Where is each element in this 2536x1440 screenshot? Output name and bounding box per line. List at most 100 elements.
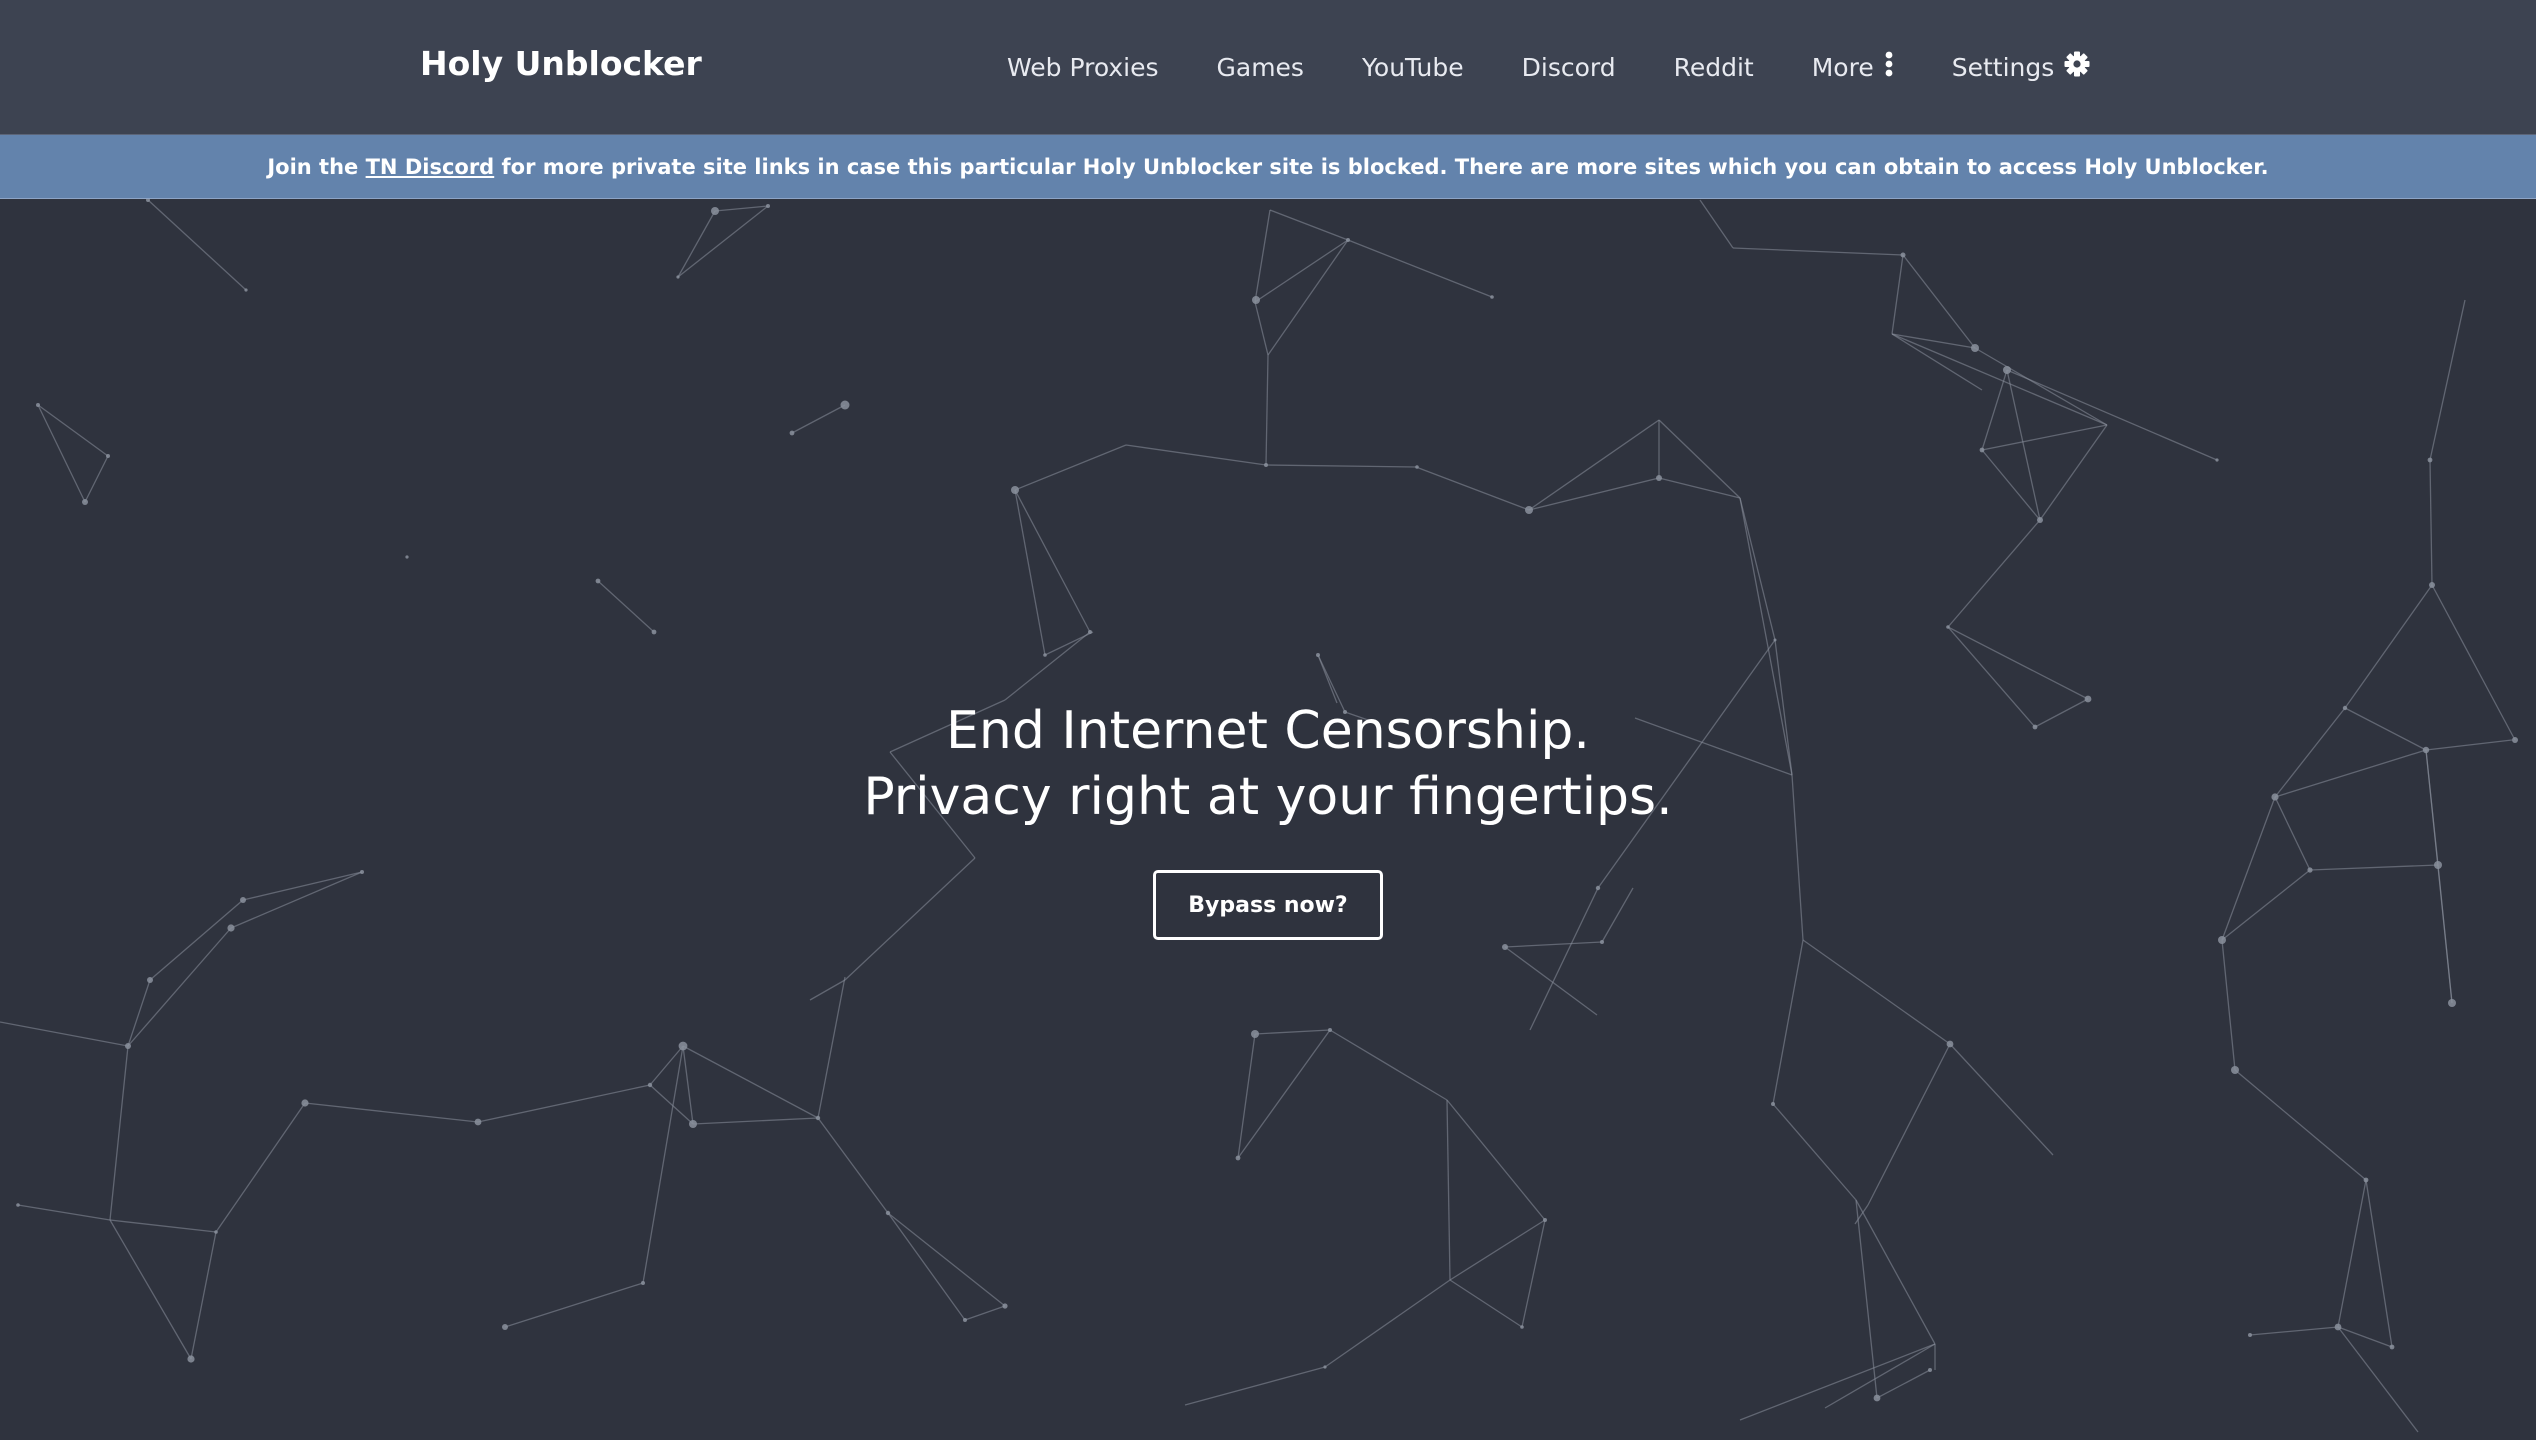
network-link-line [642, 1045, 684, 1284]
network-link-line [1528, 419, 1660, 511]
network-node-dot [502, 1324, 508, 1330]
network-link-line [1125, 444, 1267, 466]
network-node-dot [474, 1118, 482, 1126]
network-node-dot [711, 207, 719, 215]
network-node-dot [1235, 1155, 1241, 1161]
nav-link-games[interactable]: Games [1217, 53, 1304, 82]
network-node-dot [1002, 1303, 1008, 1309]
nav-link-web-proxies[interactable]: Web Proxies [1007, 53, 1159, 82]
top-navbar: Holy Unblocker Web Proxies Games YouTube… [0, 0, 2536, 135]
network-link-line [1254, 209, 1271, 303]
network-node-dot [301, 1099, 309, 1107]
network-link-line [677, 205, 769, 278]
network-node-dot [2448, 999, 2456, 1007]
network-link-line [809, 979, 846, 1001]
network-node-dot [1264, 463, 1268, 467]
network-node-dot [651, 629, 657, 635]
network-node-dot [789, 430, 795, 436]
network-link-line [1739, 1343, 1936, 1421]
network-node-dot [244, 288, 248, 292]
network-node-dot [1656, 475, 1662, 481]
network-link-line [1449, 1219, 1546, 1281]
network-node-dot [1043, 653, 1047, 657]
network-node-dot [1251, 1030, 1259, 1038]
network-node-dot [1323, 1365, 1327, 1369]
nav-link-settings[interactable]: Settings [1952, 51, 2091, 83]
network-link-line [1446, 1099, 1546, 1221]
network-link-line [2365, 1179, 2393, 1348]
network-link-line [714, 205, 769, 212]
network-node-dot [1525, 506, 1533, 514]
network-link-line [1891, 333, 1983, 391]
network-node-dot [1490, 295, 1494, 299]
network-link-line [1949, 1043, 2054, 1156]
network-link-line [1974, 347, 2108, 426]
network-link-line [692, 1117, 819, 1125]
nav-link-youtube[interactable]: YouTube [1362, 53, 1464, 82]
network-link-line [1802, 939, 1951, 1045]
network-node-dot [815, 1115, 821, 1121]
nav-link-discord[interactable]: Discord [1522, 53, 1616, 82]
network-link-line [1732, 247, 1904, 256]
nav-link-more[interactable]: More [1812, 50, 1894, 84]
bypass-now-button[interactable]: Bypass now? [1153, 870, 1383, 940]
nav-link-label: Web Proxies [1007, 52, 1159, 82]
network-node-dot [1971, 344, 1979, 352]
network-node-dot [1946, 625, 1950, 629]
network-link-line [817, 1117, 889, 1214]
network-link-line [887, 1212, 966, 1321]
network-link-line [1947, 519, 2041, 628]
network-node-dot [1773, 638, 1777, 642]
network-node-dot [1543, 1218, 1547, 1222]
network-link-line [1658, 419, 1741, 499]
network-link-line [1014, 489, 1091, 633]
network-node-dot [885, 1210, 891, 1216]
network-link-line [1891, 254, 1904, 335]
network-link-line [1014, 489, 1046, 656]
nav-link-label: Settings [1951, 52, 2055, 82]
network-node-dot [1346, 238, 1350, 242]
network-node-dot [2429, 582, 2435, 588]
network-link-line [477, 1084, 651, 1123]
network-link-line [84, 455, 109, 503]
network-link-line [682, 1045, 819, 1119]
network-node-dot [147, 977, 153, 983]
network-node-dot [2334, 1323, 2342, 1331]
network-node-dot [187, 1355, 195, 1363]
network-link-line [1699, 199, 1734, 249]
network-link-line [1504, 946, 1598, 1016]
network-link-line [1947, 626, 2089, 700]
nav-link-reddit[interactable]: Reddit [1674, 53, 1754, 82]
network-node-dot [766, 204, 770, 208]
network-node-dot [2003, 366, 2011, 374]
network-node-dot [16, 1203, 20, 1207]
network-node-dot [214, 1230, 218, 1234]
network-link-line [2337, 1179, 2367, 1328]
network-link-line [1446, 1099, 1451, 1281]
network-node-dot [125, 1043, 131, 1049]
network-link-line [304, 1102, 479, 1123]
network-link-line [1867, 1043, 1951, 1206]
network-node-dot [963, 1318, 967, 1322]
network-node-dot [106, 454, 110, 458]
network-link-line [215, 1102, 306, 1233]
network-link-line [1658, 477, 1741, 499]
network-link-line [1504, 941, 1603, 948]
network-link-line [109, 1219, 217, 1233]
network-node-dot [1520, 1325, 1524, 1329]
network-node-dot [405, 555, 409, 559]
network-link-line [2429, 299, 2466, 461]
network-link-line [649, 1084, 694, 1125]
network-link-line [127, 979, 151, 1047]
network-node-dot [1088, 630, 1092, 634]
network-link-line [1254, 301, 1269, 356]
network-link-line [2337, 1326, 2419, 1433]
network-link-line [2234, 1069, 2367, 1181]
tn-discord-link[interactable]: TN Discord [366, 155, 495, 179]
nav-link-label: YouTube [1361, 52, 1464, 82]
network-node-dot [1415, 465, 1419, 469]
brand-logo-link[interactable]: Holy Unblocker [420, 44, 702, 83]
network-link-line [1772, 1103, 1857, 1201]
network-link-line [1521, 1219, 1546, 1328]
vertical-ellipsis-icon [1884, 50, 1894, 84]
